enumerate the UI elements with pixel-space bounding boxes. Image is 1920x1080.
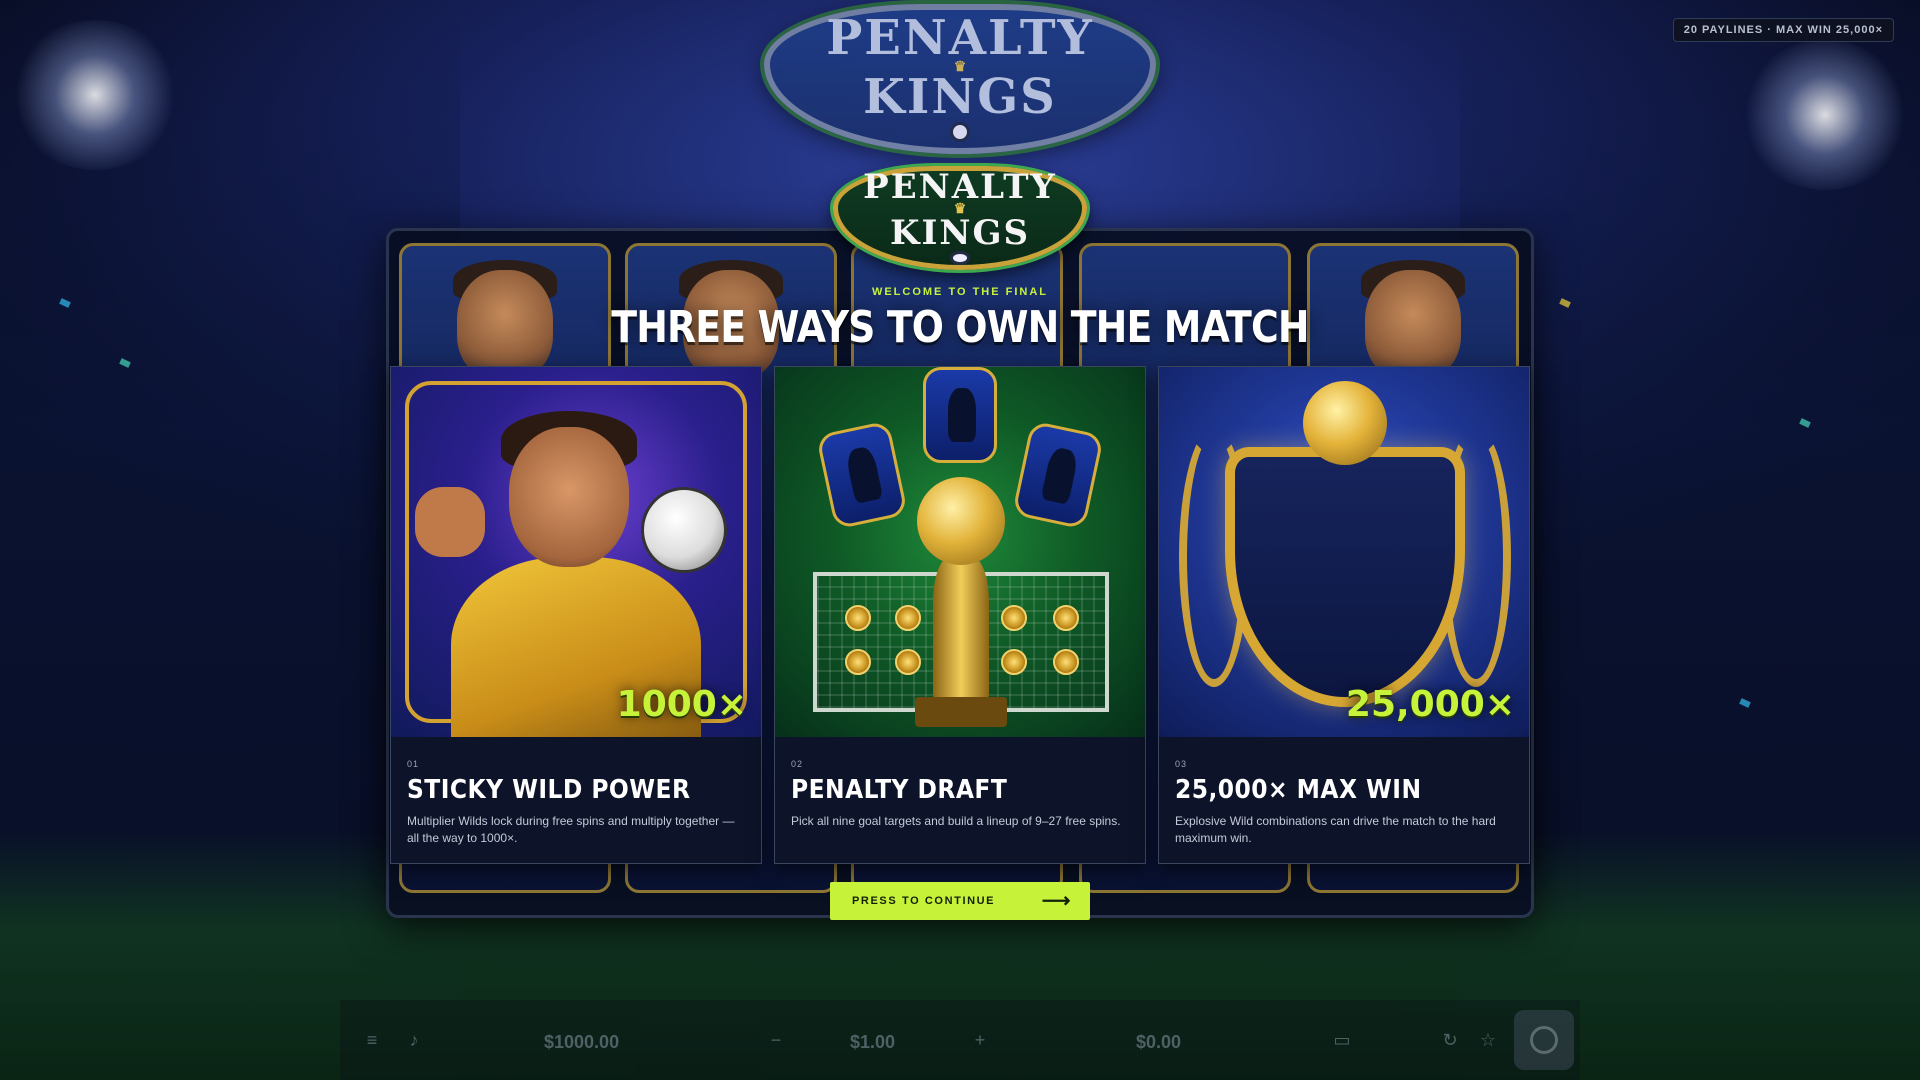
minus-icon[interactable]: − [764, 1030, 788, 1054]
goal-target [1001, 649, 1027, 675]
card-title: PENALTY DRAFT [791, 775, 1008, 805]
goal-target [845, 649, 871, 675]
floodlight-right [1740, 40, 1910, 190]
card-title: STICKY WILD POWER [407, 775, 691, 805]
goal-target [895, 649, 921, 675]
intro-heading: WELCOME TO THE FINAL THREE WAYS TO OWN T… [0, 286, 1920, 353]
player-card [923, 367, 997, 463]
multiplier-label: 1000× [616, 684, 747, 725]
shield-crest [1225, 447, 1465, 707]
goal-target [1001, 605, 1027, 631]
win-value: $0.00 [1136, 1032, 1182, 1052]
logo-line-2: KINGS [889, 212, 1031, 253]
player-face [509, 427, 629, 567]
trophy-stem [933, 557, 989, 707]
card-number: 01 [407, 759, 420, 769]
game-control-bar: ≡ ♪ $1000.00 − $1.00 + $0.00 ▭ ↻ ☆ [340, 1000, 1580, 1080]
player-fist [415, 487, 485, 557]
logo-line-1: PENALTY [863, 167, 1057, 207]
player-card [1011, 420, 1105, 530]
spin-button[interactable] [1514, 1010, 1574, 1070]
golden-ball-icon [1303, 381, 1387, 465]
player-card [815, 420, 909, 530]
feature-card-penalty-draft: 02 PENALTY DRAFT Pick all nine goal targ… [774, 366, 1146, 864]
trophy-base [915, 697, 1007, 727]
goal-target [1053, 605, 1079, 631]
arrow-right-icon: ⟶ [1041, 890, 1072, 912]
paylines-badge: 20 PAYLINES · MAX WIN 25,000× [1672, 18, 1894, 42]
card-number: 03 [1175, 759, 1188, 769]
goal-target [895, 605, 921, 631]
floodlight-left [10, 20, 180, 170]
star-icon[interactable]: ☆ [1476, 1030, 1500, 1054]
card-description: Explosive Wild combinations can drive th… [1175, 814, 1496, 845]
card-illustration-shield: 25,000× [1159, 367, 1529, 737]
football-icon [641, 487, 727, 573]
card-description: Multiplier Wilds lock during free spins … [407, 814, 735, 845]
football-icon [950, 122, 970, 143]
sound-icon[interactable]: ♪ [402, 1030, 426, 1054]
feature-card-sticky-wild: 1000× 01 STICKY WILD POWER Multiplier Wi… [390, 366, 762, 864]
card-illustration-player: 1000× [391, 367, 761, 737]
bet-value: $1.00 [850, 1032, 896, 1052]
football-icon [950, 250, 970, 265]
plus-icon[interactable]: + [968, 1030, 992, 1054]
logo-line-2: KINGS [863, 68, 1057, 125]
autoplay-icon[interactable]: ▭ [1330, 1030, 1354, 1054]
page-title: THREE WAYS TO OWN THE MATCH [611, 302, 1309, 353]
card-description: Pick all nine goal targets and build a l… [791, 814, 1121, 828]
trophy-ball [917, 477, 1005, 565]
refresh-icon[interactable]: ↻ [1438, 1030, 1462, 1054]
eyebrow-text: WELCOME TO THE FINAL [871, 286, 1049, 298]
continue-label: PRESS TO CONTINUE [852, 895, 996, 907]
game-logo: PENALTY ♛ KINGS [764, 4, 1156, 154]
menu-icon[interactable]: ≡ [360, 1030, 384, 1054]
card-number: 02 [791, 759, 804, 769]
balance-value: $1000.00 [544, 1032, 620, 1052]
goal-target [845, 605, 871, 631]
multiplier-label: 25,000× [1345, 684, 1515, 725]
feature-card-max-win: 25,000× 03 25,000× MAX WIN Explosive Wil… [1158, 366, 1530, 864]
card-title: 25,000× MAX WIN [1175, 775, 1422, 805]
continue-button[interactable]: PRESS TO CONTINUE ⟶ [830, 882, 1090, 920]
logo-line-1: PENALTY [826, 9, 1094, 66]
goal-target [1053, 649, 1079, 675]
card-illustration-trophy [775, 367, 1145, 737]
